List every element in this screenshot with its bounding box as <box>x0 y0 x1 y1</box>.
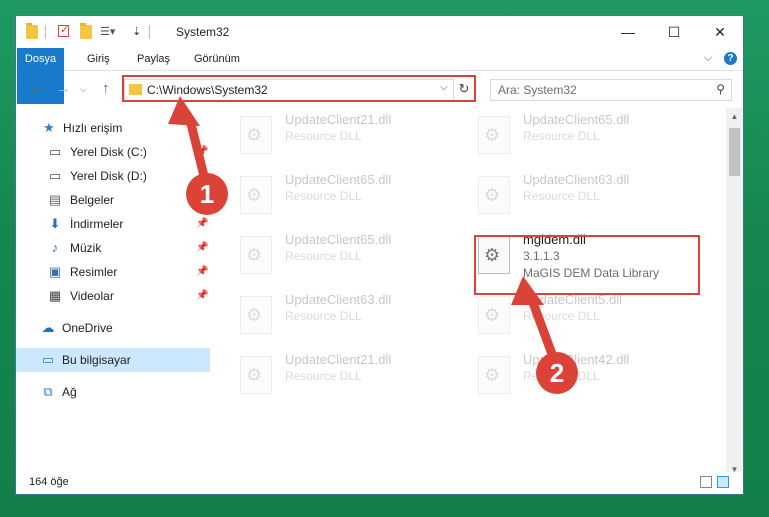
arrow-2-head <box>511 276 544 305</box>
step-badge-2: 2 <box>536 352 578 394</box>
arrow-1-shaft <box>185 115 210 185</box>
annotation-arrows <box>168 96 557 359</box>
arrow-2-shaft <box>527 295 557 359</box>
arrow-1-head <box>168 96 200 126</box>
step-badge-1: 1 <box>186 173 228 215</box>
